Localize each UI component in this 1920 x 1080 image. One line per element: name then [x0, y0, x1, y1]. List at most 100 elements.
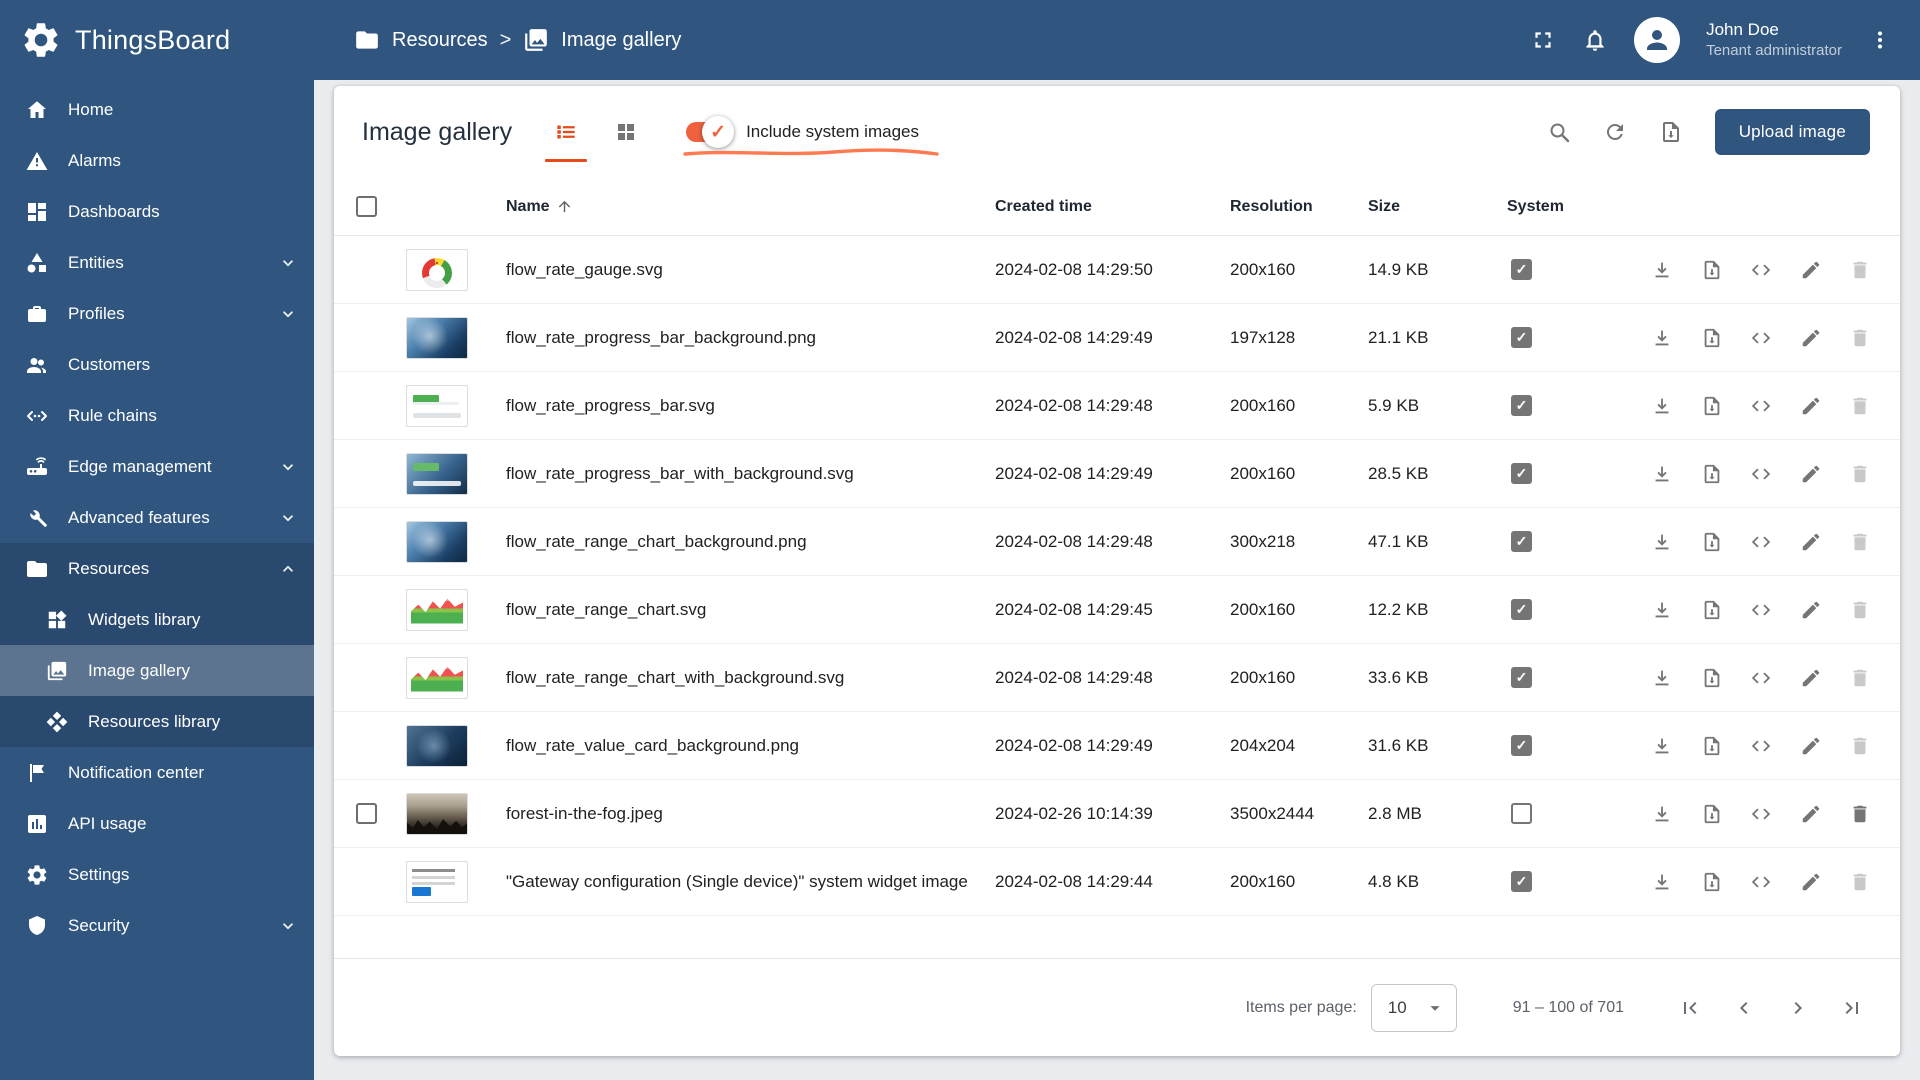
list-view-tab[interactable]	[536, 86, 596, 178]
export-file-icon-button[interactable]	[1692, 658, 1732, 698]
row-checkbox[interactable]	[356, 803, 377, 824]
sidebar-item-security[interactable]: Security	[0, 900, 314, 951]
export-file-icon-button[interactable]	[1692, 386, 1732, 426]
download-icon-button[interactable]	[1642, 658, 1682, 698]
download-icon-button[interactable]	[1642, 726, 1682, 766]
edit-pencil-icon-button[interactable]	[1791, 454, 1831, 494]
first-page-button[interactable]	[1670, 988, 1710, 1028]
sidebar-item-api-usage[interactable]: API usage	[0, 798, 314, 849]
table-row[interactable]: forest-in-the-fog.jpeg 2024-02-26 10:14:…	[334, 780, 1900, 848]
table-row[interactable]: flow_rate_gauge.svg 2024-02-08 14:29:50 …	[334, 236, 1900, 304]
embed-code-icon-button[interactable]	[1741, 250, 1781, 290]
embed-code-icon-button[interactable]	[1741, 318, 1781, 358]
search-icon[interactable]	[1547, 120, 1571, 144]
delete-icon-button[interactable]	[1840, 250, 1880, 290]
table-row[interactable]: flow_rate_progress_bar_background.png 20…	[334, 304, 1900, 372]
edit-pencil-icon-button[interactable]	[1791, 250, 1831, 290]
sidebar-item-advanced-features[interactable]: Advanced features	[0, 492, 314, 543]
edit-pencil-icon-button[interactable]	[1791, 726, 1831, 766]
embed-code-icon-button[interactable]	[1741, 658, 1781, 698]
download-icon-button[interactable]	[1642, 454, 1682, 494]
export-file-icon-button[interactable]	[1692, 522, 1732, 562]
embed-code-icon-button[interactable]	[1741, 590, 1781, 630]
delete-icon-button[interactable]	[1840, 386, 1880, 426]
image-thumbnail[interactable]	[406, 589, 468, 631]
download-icon-button[interactable]	[1642, 590, 1682, 630]
export-file-icon-button[interactable]	[1692, 454, 1732, 494]
embed-code-icon-button[interactable]	[1741, 386, 1781, 426]
download-icon-button[interactable]	[1642, 250, 1682, 290]
created-time-column-header[interactable]: Created time	[995, 198, 1230, 216]
delete-icon-button[interactable]	[1840, 862, 1880, 902]
image-thumbnail[interactable]	[406, 317, 468, 359]
delete-icon-button[interactable]	[1840, 794, 1880, 834]
edit-pencil-icon-button[interactable]	[1791, 386, 1831, 426]
table-row[interactable]: flow_rate_progress_bar_with_background.s…	[334, 440, 1900, 508]
sidebar-item-resources[interactable]: Resources	[0, 543, 314, 594]
user-menu[interactable]: John Doe Tenant administrator	[1706, 19, 1842, 61]
table-row[interactable]: flow_rate_value_card_background.png 2024…	[334, 712, 1900, 780]
sidebar-item-resources-library[interactable]: Resources library	[0, 696, 314, 747]
sidebar-item-edge-management[interactable]: Edge management	[0, 441, 314, 492]
delete-icon-button[interactable]	[1840, 726, 1880, 766]
table-row[interactable]: flow_rate_range_chart.svg 2024-02-08 14:…	[334, 576, 1900, 644]
export-file-icon-button[interactable]	[1692, 250, 1732, 290]
include-system-images-toggle[interactable]: ✓ Include system images	[686, 122, 919, 142]
image-thumbnail[interactable]	[406, 861, 468, 903]
notifications-bell-icon[interactable]	[1582, 27, 1608, 53]
download-icon-button[interactable]	[1642, 862, 1682, 902]
export-file-icon-button[interactable]	[1692, 794, 1732, 834]
embed-code-icon-button[interactable]	[1741, 794, 1781, 834]
delete-icon-button[interactable]	[1840, 658, 1880, 698]
kebab-menu-icon[interactable]	[1868, 28, 1892, 52]
embed-code-icon-button[interactable]	[1741, 522, 1781, 562]
edit-pencil-icon-button[interactable]	[1791, 794, 1831, 834]
embed-code-icon-button[interactable]	[1741, 862, 1781, 902]
embed-code-icon-button[interactable]	[1741, 726, 1781, 766]
last-page-button[interactable]	[1832, 988, 1872, 1028]
sidebar-item-alarms[interactable]: Alarms	[0, 135, 314, 186]
download-icon-button[interactable]	[1642, 318, 1682, 358]
export-file-icon-button[interactable]	[1692, 862, 1732, 902]
import-image-icon[interactable]	[1659, 120, 1683, 144]
sidebar-item-customers[interactable]: Customers	[0, 339, 314, 390]
export-file-icon-button[interactable]	[1692, 590, 1732, 630]
image-thumbnail[interactable]	[406, 657, 468, 699]
sidebar-item-dashboards[interactable]: Dashboards	[0, 186, 314, 237]
previous-page-button[interactable]	[1724, 988, 1764, 1028]
sidebar-item-notification-center[interactable]: Notification center	[0, 747, 314, 798]
grid-view-tab[interactable]	[596, 86, 656, 178]
table-row[interactable]: flow_rate_progress_bar.svg 2024-02-08 14…	[334, 372, 1900, 440]
delete-icon-button[interactable]	[1840, 454, 1880, 494]
next-page-button[interactable]	[1778, 988, 1818, 1028]
image-thumbnail[interactable]	[406, 521, 468, 563]
export-file-icon-button[interactable]	[1692, 318, 1732, 358]
image-thumbnail[interactable]	[406, 793, 468, 835]
download-icon-button[interactable]	[1642, 522, 1682, 562]
page-size-select[interactable]: 10	[1371, 984, 1457, 1032]
edit-pencil-icon-button[interactable]	[1791, 862, 1831, 902]
upload-image-button[interactable]: Upload image	[1715, 109, 1870, 155]
sidebar-item-rule-chains[interactable]: Rule chains	[0, 390, 314, 441]
sidebar-item-settings[interactable]: Settings	[0, 849, 314, 900]
edit-pencil-icon-button[interactable]	[1791, 318, 1831, 358]
embed-code-icon-button[interactable]	[1741, 454, 1781, 494]
table-row[interactable]: flow_rate_range_chart_background.png 202…	[334, 508, 1900, 576]
delete-icon-button[interactable]	[1840, 590, 1880, 630]
export-file-icon-button[interactable]	[1692, 726, 1732, 766]
sidebar-item-entities[interactable]: Entities	[0, 237, 314, 288]
breadcrumb-resources[interactable]: Resources	[354, 27, 488, 53]
delete-icon-button[interactable]	[1840, 318, 1880, 358]
table-row[interactable]: "Gateway configuration (Single device)" …	[334, 848, 1900, 916]
sidebar-item-image-gallery[interactable]: Image gallery	[0, 645, 314, 696]
download-icon-button[interactable]	[1642, 386, 1682, 426]
image-thumbnail[interactable]	[406, 249, 468, 291]
sidebar-item-home[interactable]: Home	[0, 84, 314, 135]
name-column-header[interactable]: Name	[506, 198, 995, 216]
fullscreen-icon[interactable]	[1530, 27, 1556, 53]
image-thumbnail[interactable]	[406, 385, 468, 427]
download-icon-button[interactable]	[1642, 794, 1682, 834]
edit-pencil-icon-button[interactable]	[1791, 590, 1831, 630]
sidebar-item-profiles[interactable]: Profiles	[0, 288, 314, 339]
edit-pencil-icon-button[interactable]	[1791, 658, 1831, 698]
